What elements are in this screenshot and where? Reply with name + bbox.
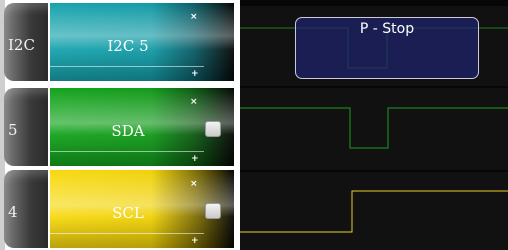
logic-analyzer-view: I2C I2C 5 × + 5 SDA × + 4 SCL × + P - St… [0,0,508,250]
channel-number-tab: 4 [4,170,48,248]
channel-divider [50,66,204,67]
channel-number-label: 5 [8,121,18,139]
channel-divider [50,151,204,152]
channel-i2c[interactable]: I2C I2C 5 × + [0,3,234,81]
channel-header[interactable]: I2C 5 × + [50,3,234,81]
channel-header[interactable]: SCL × + [50,170,234,248]
channel-number-tab: 5 [4,88,48,166]
channel-sda[interactable]: 5 SDA × + [0,88,234,166]
expand-icon[interactable]: + [191,154,199,164]
channel-divider [50,233,204,234]
channel-number-tab: I2C [4,3,48,81]
channel-visibility-checkbox[interactable] [205,203,221,219]
waveform-view[interactable]: P - Stop [240,0,508,250]
channel-name-label[interactable]: SDA [50,122,206,140]
expand-icon[interactable]: + [191,69,199,79]
close-icon[interactable]: × [190,97,198,107]
close-icon[interactable]: × [190,12,198,22]
close-icon[interactable]: × [190,179,198,189]
expand-icon[interactable]: + [191,236,199,246]
channel-name-label[interactable]: I2C 5 [50,37,206,55]
channel-list: I2C I2C 5 × + 5 SDA × + 4 SCL × + [0,0,234,250]
stop-condition-annotation[interactable]: P - Stop [295,17,479,79]
channel-header[interactable]: SDA × + [50,88,234,166]
scl-trace [240,190,508,233]
channel-number-label: I2C [8,36,35,54]
channel-scl[interactable]: 4 SCL × + [0,170,234,248]
channel-number-label: 4 [8,203,18,221]
sda-trace [240,107,508,149]
stop-condition-label: P - Stop [359,21,415,37]
channel-name-label[interactable]: SCL [50,204,206,222]
channel-visibility-checkbox[interactable] [205,121,221,137]
